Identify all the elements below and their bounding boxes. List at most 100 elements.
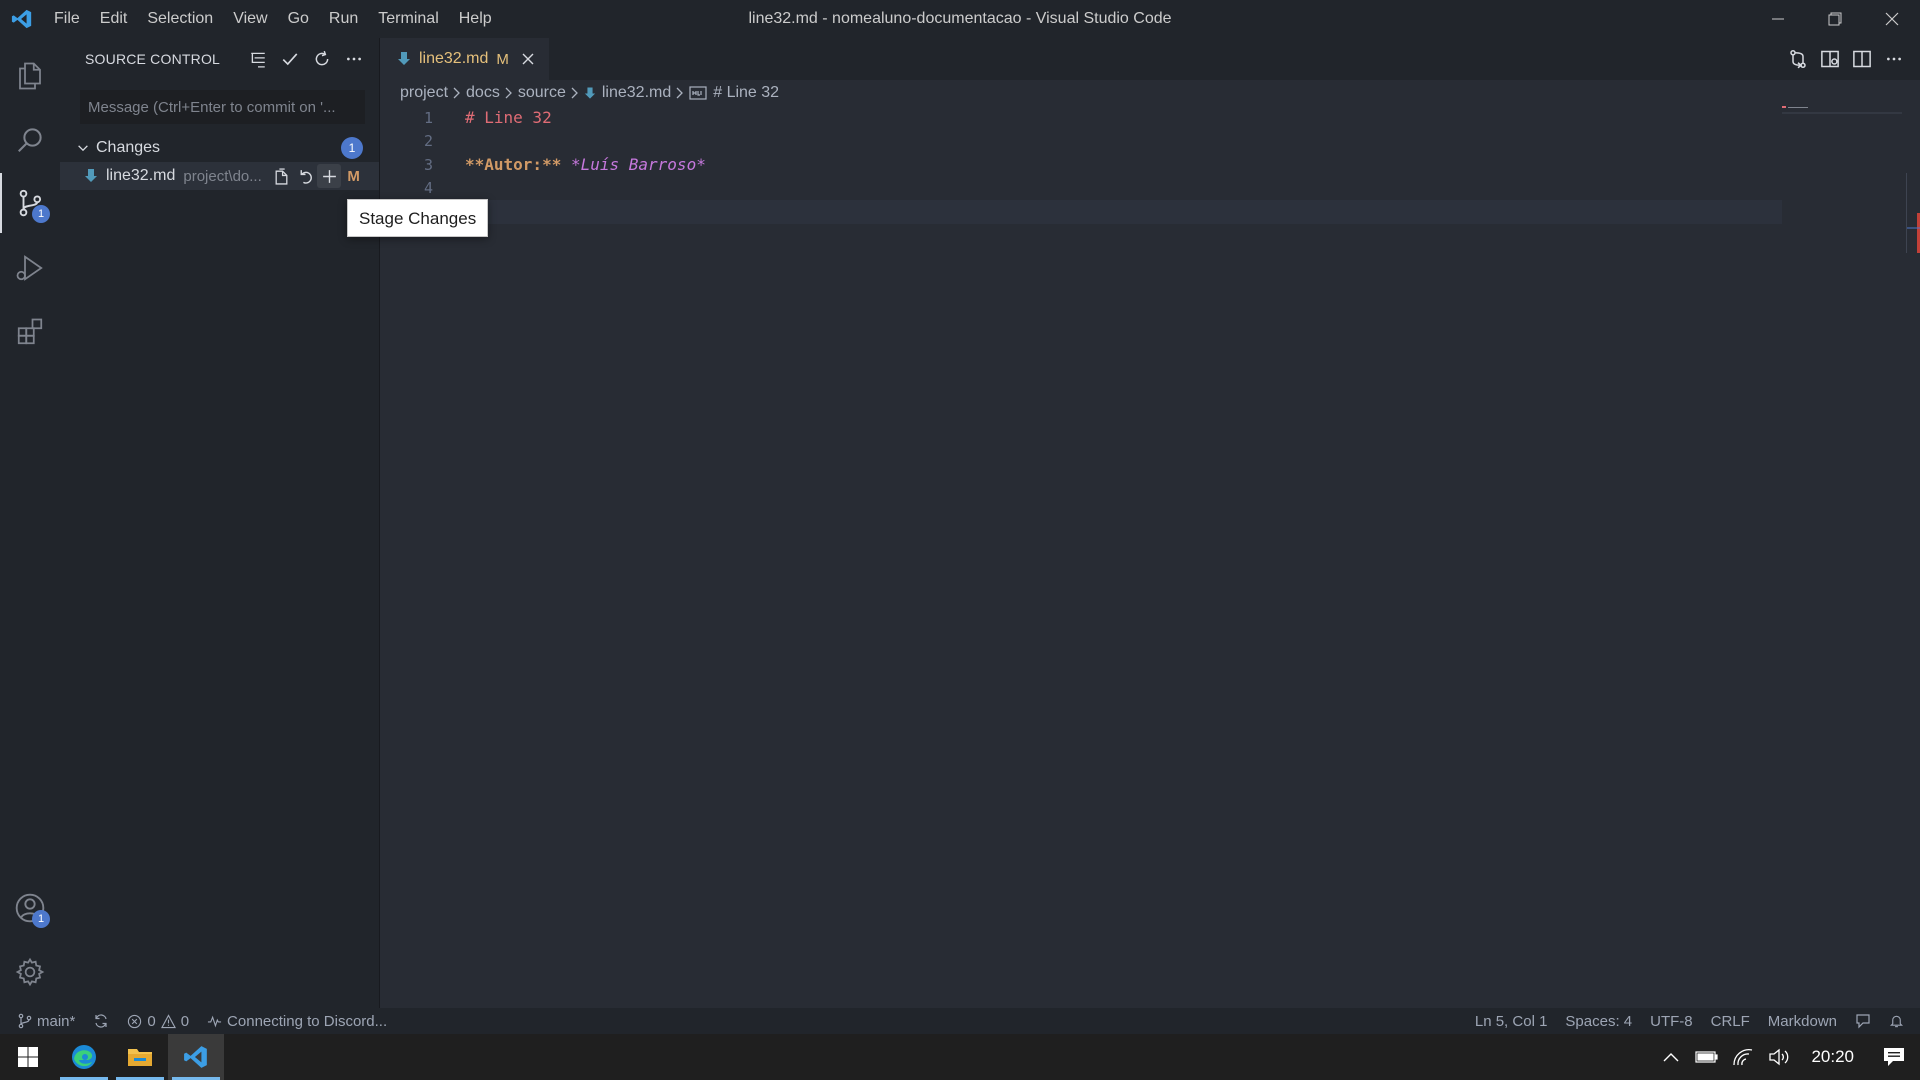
sidebar-header: SOURCE CONTROL <box>60 38 379 80</box>
sync-status[interactable] <box>84 1008 118 1034</box>
explorer-icon[interactable] <box>0 46 60 106</box>
edge-browser-icon[interactable] <box>56 1034 112 1080</box>
code-line[interactable] <box>381 200 1920 224</box>
discard-changes-icon[interactable] <box>293 164 317 188</box>
bold-token: **Autor:** <box>465 155 562 175</box>
changed-file-row[interactable]: line32.md project\do... M <box>60 162 379 190</box>
status-bar-right: Ln 5, Col 1 Spaces: 4 UTF-8 CRLF Markdow… <box>1466 1008 1920 1034</box>
warning-count: 0 <box>180 1012 190 1030</box>
tab-modified-indicator: M <box>496 50 509 68</box>
breadcrumb-symbol[interactable]: # Line 32 <box>713 84 779 102</box>
minimap[interactable] <box>1782 106 1902 114</box>
stage-changes-plus-icon[interactable] <box>317 164 342 188</box>
breadcrumb-source[interactable]: source <box>518 84 566 102</box>
code-line[interactable]: 2 <box>381 130 1920 154</box>
menu-edit[interactable]: Edit <box>90 0 138 38</box>
code-line[interactable]: 3 **Autor:** *Luís Barroso* <box>381 153 1920 177</box>
eol-status[interactable]: CRLF <box>1702 1008 1759 1034</box>
open-changes-icon[interactable] <box>1786 47 1810 71</box>
open-preview-to-side-icon[interactable] <box>1818 47 1842 71</box>
editor-tabs: line32.md M <box>381 38 1920 80</box>
branch-status[interactable]: main* <box>0 1008 84 1034</box>
refresh-icon[interactable] <box>309 46 335 72</box>
editor-more-actions-icon[interactable] <box>1882 47 1906 71</box>
restore-button[interactable] <box>1806 0 1863 38</box>
changed-file-name: line32.md <box>106 167 176 184</box>
accounts-icon[interactable]: 1 <box>0 878 60 938</box>
menu-terminal[interactable]: Terminal <box>368 0 448 38</box>
more-actions-icon[interactable] <box>341 46 367 72</box>
close-tab-icon[interactable] <box>519 50 537 68</box>
taskbar-clock[interactable]: 20:20 <box>1797 1047 1868 1067</box>
menu-file[interactable]: File <box>44 0 90 38</box>
extensions-icon[interactable] <box>0 302 60 362</box>
commit-message-input[interactable] <box>88 98 357 116</box>
menu-selection[interactable]: Selection <box>137 0 223 38</box>
chevron-right-icon <box>570 86 580 100</box>
menu-run[interactable]: Run <box>319 0 368 38</box>
line-number: 4 <box>423 179 433 198</box>
action-center-icon[interactable] <box>1868 1034 1920 1080</box>
changed-file-path: project\do... <box>183 167 262 185</box>
chevron-right-icon <box>452 86 462 100</box>
overview-ruler[interactable] <box>1906 173 1920 253</box>
stage-changes-tooltip: Stage Changes <box>347 199 489 237</box>
file-status-modified: M <box>347 167 360 185</box>
search-icon[interactable] <box>0 110 60 170</box>
code-line[interactable]: 1 # Line 32 <box>381 106 1920 130</box>
commit-message-box <box>80 90 365 124</box>
indentation-status[interactable]: Spaces: 4 <box>1556 1008 1641 1034</box>
italic-token: *Luís Barroso* <box>570 155 706 175</box>
line-number: 1 <box>423 108 433 127</box>
breadcrumb: project docs source line32.md # Line 32 <box>381 80 1920 106</box>
open-file-icon[interactable] <box>269 164 293 188</box>
volume-icon[interactable] <box>1761 1034 1797 1080</box>
windows-start-icon[interactable] <box>0 1034 56 1080</box>
encoding-status[interactable]: UTF-8 <box>1641 1008 1702 1034</box>
breadcrumb-project[interactable]: project <box>400 84 448 102</box>
split-editor-icon[interactable] <box>1850 47 1874 71</box>
cursor-position[interactable]: Ln 5, Col 1 <box>1466 1008 1557 1034</box>
minimize-button[interactable] <box>1749 0 1806 38</box>
menu-view[interactable]: View <box>223 0 277 38</box>
chevron-right-icon <box>504 86 514 100</box>
line-number: 2 <box>423 132 433 151</box>
battery-icon[interactable] <box>1689 1034 1725 1080</box>
pulse-icon <box>207 1015 222 1028</box>
tab-line32-md[interactable]: line32.md M <box>381 38 549 80</box>
commit-check-icon[interactable] <box>277 46 303 72</box>
editor-area: line32.md M project docs source line32.m… <box>381 38 1920 1008</box>
symbol-string-icon <box>689 86 707 100</box>
code-line[interactable]: 4 <box>381 177 1920 201</box>
language-mode[interactable]: Markdown <box>1759 1008 1846 1034</box>
menu-go[interactable]: Go <box>278 0 319 38</box>
error-icon <box>128 1014 142 1028</box>
changes-group[interactable]: Changes 1 <box>60 134 379 162</box>
activity-bar: 1 1 <box>0 38 60 1008</box>
source-control-icon[interactable]: 1 <box>0 173 60 233</box>
run-debug-icon[interactable] <box>0 238 60 298</box>
wifi-icon[interactable] <box>1725 1034 1761 1080</box>
close-window-button[interactable] <box>1863 0 1920 38</box>
file-explorer-icon[interactable] <box>112 1034 168 1080</box>
code-editor[interactable]: 1 # Line 32 2 3 **Autor:** *Luís Barroso… <box>381 106 1920 224</box>
line-number: 3 <box>423 155 433 174</box>
vscode-taskbar-icon[interactable] <box>168 1034 224 1080</box>
notifications-bell-icon[interactable] <box>1880 1008 1920 1034</box>
menu-help[interactable]: Help <box>449 0 502 38</box>
sync-icon <box>95 1014 107 1028</box>
changes-group-label: Changes <box>96 139 161 156</box>
feedback-icon[interactable] <box>1846 1008 1880 1034</box>
view-as-tree-icon[interactable] <box>245 46 271 72</box>
problems-status[interactable]: 0 0 <box>118 1008 198 1034</box>
discord-status[interactable]: Connecting to Discord... <box>198 1008 396 1034</box>
breadcrumb-docs[interactable]: docs <box>466 84 500 102</box>
branch-name: main* <box>37 1012 76 1030</box>
breadcrumb-file[interactable]: line32.md <box>602 84 671 102</box>
git-branch-icon <box>18 1013 32 1029</box>
settings-gear-icon[interactable] <box>0 942 60 1002</box>
editor-actions <box>1786 38 1906 80</box>
line-text: **Autor:** *Luís Barroso* <box>465 155 706 174</box>
chevron-up-icon[interactable] <box>1653 1034 1689 1080</box>
vscode-logo-icon <box>0 0 44 38</box>
